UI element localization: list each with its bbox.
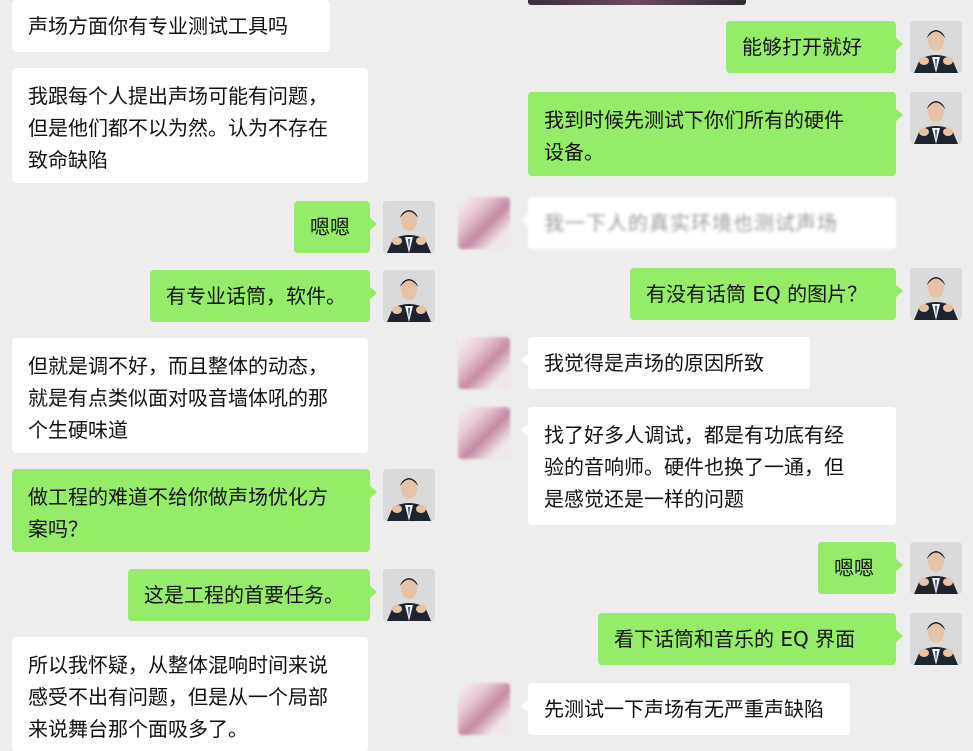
avatar-self[interactable] — [383, 569, 435, 621]
blurred-avatar[interactable] — [458, 337, 510, 389]
message-bubble-incoming[interactable]: 找了好多人调试，都是有功底有经 验的音响师。硬件也换了一通，但 是感觉还是一样的… — [521, 407, 896, 525]
person-in-suit-avatar-icon — [383, 201, 435, 253]
avatar-self[interactable] — [383, 469, 435, 521]
message-bubble-outgoing[interactable]: 有没有话筒 EQ 的图片？ — [630, 268, 903, 320]
message-bubble-incoming[interactable]: 我觉得是声场的原因所致 — [521, 337, 810, 389]
message-bubble-outgoing[interactable]: 嗯嗯 — [294, 201, 377, 253]
message-bubble-incoming[interactable]: 我一下人的真实环境也测试声场 — [521, 197, 896, 249]
message-bubble-outgoing[interactable]: 看下话筒和音乐的 EQ 界面 — [598, 613, 903, 665]
message-bubble-incoming[interactable]: 我跟每个人提出声场可能有问题， 但是他们都不以为然。认为不存在 致命缺陷 — [12, 68, 368, 183]
avatar-self[interactable] — [910, 613, 962, 665]
message-bubble-outgoing[interactable]: 这是工程的首要任务。 — [128, 569, 377, 621]
avatar-self[interactable] — [383, 201, 435, 253]
message-bubble-outgoing[interactable]: 嗯嗯 — [818, 542, 903, 594]
message-bubble-incoming[interactable]: 先测试一下声场有无严重声缺陷 — [521, 683, 850, 735]
avatar-self[interactable] — [910, 268, 962, 320]
message-bubble-outgoing[interactable]: 能够打开就好 — [726, 21, 903, 73]
person-in-suit-avatar-icon — [910, 268, 962, 320]
person-in-suit-avatar-icon — [910, 542, 962, 594]
message-bubble-incoming[interactable]: 但就是调不好，而且整体的动态， 就是有点类似面对吸音墙体吼的那 个生硬味道 — [12, 338, 368, 453]
person-in-suit-avatar-icon — [910, 21, 962, 73]
blurred-avatar[interactable] — [458, 683, 510, 735]
message-bubble-incoming[interactable]: 声场方面你有专业测试工具吗 — [12, 0, 330, 52]
message-bubble-outgoing[interactable]: 做工程的难道不给你做声场优化方 案吗？ — [12, 469, 377, 552]
chat-column-left: 声场方面你有专业测试工具吗 我跟每个人提出声场可能有问题， 但是他们都不以为然。… — [0, 0, 446, 751]
blurred-avatar[interactable] — [458, 197, 510, 249]
blurred-avatar[interactable] — [458, 407, 510, 459]
avatar-self[interactable] — [383, 270, 435, 322]
person-in-suit-avatar-icon — [383, 569, 435, 621]
person-in-suit-avatar-icon — [910, 613, 962, 665]
person-in-suit-avatar-icon — [910, 92, 962, 144]
message-bubble-incoming[interactable]: 所以我怀疑，从整体混响时间来说 感受不出有问题，但是从一个局部 来说舞台那个面吸… — [12, 637, 368, 751]
message-bubble-outgoing[interactable]: 有专业话筒，软件。 — [150, 270, 377, 322]
message-bubble-outgoing[interactable]: 我到时候先测试下你们所有的硬件 设备。 — [528, 92, 903, 176]
avatar-self[interactable] — [910, 542, 962, 594]
chat-column-right: 能够打开就好 我到时候先测试下你们所有的硬件 设备。 我一下人的真实环境也测试声… — [446, 0, 973, 751]
person-in-suit-avatar-icon — [383, 469, 435, 521]
person-in-suit-avatar-icon — [383, 270, 435, 322]
avatar-self[interactable] — [910, 21, 962, 73]
avatar-self[interactable] — [910, 92, 962, 144]
